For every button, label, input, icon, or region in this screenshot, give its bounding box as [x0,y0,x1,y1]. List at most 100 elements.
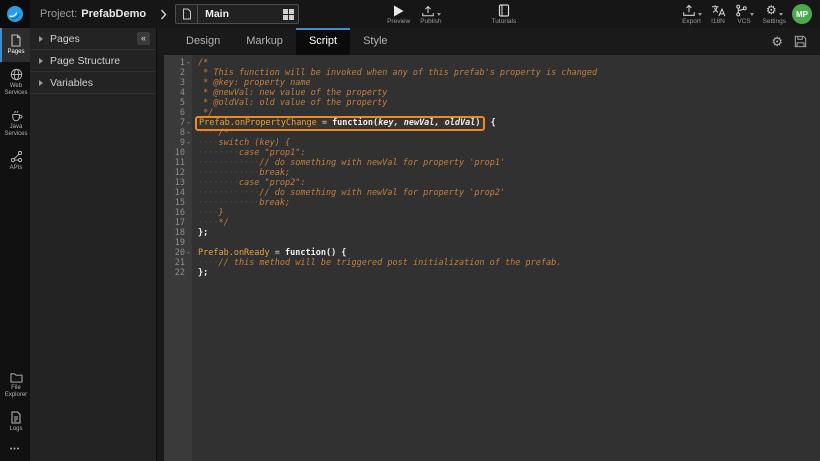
line-number[interactable]: 10 [164,148,192,158]
pages-icon [10,34,22,47]
line-number[interactable]: 17 [164,218,192,228]
code-line[interactable]: 3 * @key: property name [164,78,820,88]
line-number[interactable]: 12 [164,168,192,178]
code-lines: 1-/*2 * This function will be invoked wh… [164,55,820,278]
project-breadcrumb: Project:PrefabDemo [40,8,146,20]
page-selector[interactable]: Main [175,4,299,24]
fold-marker-icon[interactable]: - [185,248,192,258]
code-line[interactable]: 1-/* [164,58,820,68]
line-number[interactable]: 9- [164,138,192,148]
app-window: Project:PrefabDemo Main Preview [0,0,820,461]
left-accordion-panel: Pages « Page Structure Variables [30,28,157,461]
code-line[interactable]: 14············// do something with newVa… [164,188,820,198]
code-line[interactable]: 12············break; [164,168,820,178]
rail-item-logs[interactable]: Logs [0,405,30,439]
fold-marker-icon[interactable]: - [185,58,192,68]
panel-item-page-structure[interactable]: Page Structure [30,50,156,72]
fold-marker-empty [185,88,192,98]
tab-markup[interactable]: Markup [233,28,296,55]
line-number[interactable]: 19 [164,238,192,248]
code-line[interactable]: 17····*/ [164,218,820,228]
code-line[interactable]: 19 [164,238,820,248]
line-number[interactable]: 6 [164,108,192,118]
code-line[interactable]: 15············break; [164,198,820,208]
code-line[interactable]: 21····// this method will be triggered p… [164,258,820,268]
rail-item-file-explorer[interactable]: File Explorer [0,366,30,405]
code-line[interactable]: 5 * @oldVal: old value of the property [164,98,820,108]
export-icon [682,4,696,17]
line-number[interactable]: 1- [164,58,192,68]
fold-marker-icon[interactable]: - [185,128,192,138]
project-label: Project: [40,8,77,20]
line-number[interactable]: 7- [164,118,192,128]
preview-button[interactable]: Preview [387,4,410,25]
rail-item-web-services[interactable]: Web Services [0,62,30,103]
grid-view-icon[interactable] [278,9,298,20]
code-line[interactable]: 10········case "prop1": [164,148,820,158]
wavemaker-logo[interactable] [0,0,30,28]
panel-item-pages[interactable]: Pages « [30,28,156,50]
editor-settings-gear-icon[interactable]: ⚙ [771,35,783,48]
code-line[interactable]: 4 * @newVal: new value of the property [164,88,820,98]
rail-item-apis[interactable]: APIs [0,144,30,178]
code-line[interactable]: 18}; [164,228,820,238]
main-area: Design Markup Script Style ⚙ 1-/*2 * Thi… [157,28,820,461]
publish-label: Publish [420,18,441,25]
tab-script[interactable]: Script [296,28,350,55]
i18n-button[interactable]: I18N [711,4,726,25]
fold-marker-empty [185,98,192,108]
line-number[interactable]: 14 [164,188,192,198]
fold-marker-icon[interactable]: - [185,118,192,128]
line-number[interactable]: 13 [164,178,192,188]
tab-design[interactable]: Design [173,28,233,55]
more-options-ellipsis-icon[interactable]: ••• [0,438,30,457]
code-editor[interactable]: 1-/*2 * This function will be invoked wh… [157,55,820,461]
line-number[interactable]: 11 [164,158,192,168]
line-number[interactable]: 3 [164,78,192,88]
line-number[interactable]: 16 [164,208,192,218]
line-number[interactable]: 2 [164,68,192,78]
web-services-globe-icon [10,68,23,81]
rail-label: APIs [10,165,23,173]
line-number[interactable]: 20- [164,248,192,258]
publish-icon [421,4,435,17]
code-line[interactable]: 7-Prefab.onPropertyChange = function(key… [164,118,820,128]
line-number[interactable]: 4 [164,88,192,98]
chevron-down-icon [779,13,783,16]
chevron-down-icon [750,13,754,16]
rail-item-java-services[interactable]: Java Services [0,103,30,144]
panel-item-variables[interactable]: Variables [30,72,156,94]
export-button[interactable]: Export [682,4,702,25]
panel-item-label: Page Structure [50,55,120,67]
code-line[interactable]: 20-Prefab.onReady = function() { [164,248,820,258]
code-line[interactable]: 9-····switch (key) { [164,138,820,148]
fold-marker-empty [185,168,192,178]
code-line[interactable]: 2 * This function will be invoked when a… [164,68,820,78]
line-number[interactable]: 21 [164,258,192,268]
line-number[interactable]: 5 [164,98,192,108]
settings-button[interactable]: ⚙ Settings [763,4,787,25]
code-line[interactable]: 16····} [164,208,820,218]
rail-item-pages[interactable]: Pages [0,28,30,62]
user-avatar[interactable]: MP [792,4,812,24]
tutorials-button[interactable]: Tutorials [492,4,517,25]
line-number[interactable]: 22 [164,268,192,278]
line-number[interactable]: 8- [164,128,192,138]
fold-marker-icon[interactable]: - [185,138,192,148]
code-line[interactable]: 13········case "prop2": [164,178,820,188]
save-icon[interactable] [794,35,807,48]
code-line[interactable]: 22}; [164,268,820,278]
caret-right-icon [39,58,43,64]
fold-marker-empty [185,198,192,208]
tab-style[interactable]: Style [350,28,400,55]
vcs-branch-icon [735,4,748,17]
collapse-panel-button[interactable]: « [137,32,150,45]
i18n-label: I18N [711,18,725,25]
line-number[interactable]: 18 [164,228,192,238]
vcs-button[interactable]: VCS [735,4,754,25]
panel-item-label: Variables [50,77,93,89]
publish-button[interactable]: Publish [420,4,441,25]
code-line[interactable]: 11············// do something with newVa… [164,158,820,168]
chevron-right-icon [160,9,167,20]
line-number[interactable]: 15 [164,198,192,208]
